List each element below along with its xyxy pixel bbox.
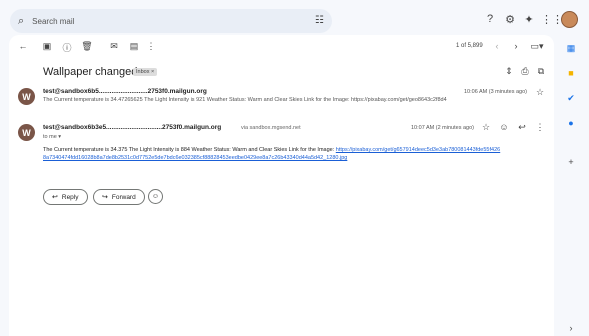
message-time: 10:07 AM (2 minutes ago) (411, 125, 474, 131)
reading-pane (9, 35, 554, 336)
message-time: 10:06 AM (3 minutes ago) (464, 89, 527, 95)
add-addon-icon[interactable]: + (564, 157, 578, 167)
search-bar[interactable]: ⌕ Search mail ☷ (10, 9, 332, 33)
via-domain: via sandbox.mgsend.net (241, 125, 301, 131)
account-avatar[interactable] (561, 11, 578, 28)
forward-icon: ↪ (102, 194, 108, 201)
tune-icon[interactable]: ☷ (315, 15, 324, 26)
archive-icon[interactable]: ▣ (41, 41, 53, 52)
pager-text: 1 of 5,899 (456, 43, 483, 49)
older-chevron-icon[interactable]: › (510, 41, 522, 51)
forward-button[interactable]: ↪ Forward (93, 189, 145, 205)
newer-chevron-icon[interactable]: ‹ (491, 41, 503, 51)
report-spam-icon[interactable]: ⓘ (61, 41, 73, 54)
sender-address[interactable]: test@sandbox6b3e5.......................… (43, 124, 221, 131)
back-arrow-icon[interactable]: ← (17, 41, 29, 51)
emoji-reaction-button[interactable]: ☺ (148, 189, 163, 204)
email-subject: Wallpaper changed (43, 66, 138, 78)
move-to-icon[interactable]: ▤ (128, 41, 140, 52)
tasks-icon[interactable]: ✔ (564, 93, 578, 104)
reply-button[interactable]: ↩ Reply (43, 189, 88, 205)
contacts-icon[interactable]: ● (564, 118, 578, 128)
more-vert-icon[interactable]: ⋮ (534, 122, 546, 133)
input-tools-icon[interactable]: ▭▾ (528, 41, 546, 52)
open-new-window-icon[interactable]: ⧉ (535, 66, 547, 77)
sender-address[interactable]: test@sandbox6b5.........................… (43, 88, 207, 95)
sparkle-icon[interactable]: ✦ (522, 13, 536, 26)
sender-avatar: W (18, 88, 35, 105)
search-icon[interactable]: ⌕ (18, 15, 24, 28)
sender-avatar: W (18, 124, 35, 141)
message-body: The Current temperature is 34.375 The Li… (43, 146, 513, 162)
apps-grid-icon[interactable]: ⋮⋮ (541, 13, 563, 26)
expand-icon[interactable]: ⇕ (503, 66, 515, 77)
reply-icon[interactable]: ↩ (516, 122, 528, 133)
recipient-details[interactable]: to me ▾ (43, 134, 61, 140)
inbox-label-chip[interactable]: Inbox × (133, 68, 158, 76)
help-icon[interactable]: ? (483, 13, 497, 25)
mark-unread-icon[interactable]: ✉ (108, 41, 120, 52)
delete-icon[interactable]: 🗑 (81, 41, 93, 52)
print-icon[interactable]: ⎙ (519, 66, 531, 77)
search-input[interactable]: Search mail (32, 17, 74, 26)
more-vert-icon[interactable]: ⋮ (145, 41, 157, 52)
side-panel-toggle-icon[interactable]: › (564, 323, 578, 333)
emoji-react-icon[interactable]: ☺ (498, 122, 510, 132)
reply-label: Reply (61, 193, 79, 201)
body-text: The Current temperature is 34.375 The Li… (43, 147, 336, 153)
calendar-icon[interactable]: ▦ (564, 43, 578, 54)
forward-label: Forward (111, 193, 136, 201)
reply-icon: ↩ (52, 194, 58, 201)
keep-icon[interactable]: ■ (564, 68, 578, 78)
settings-icon[interactable]: ⚙ (503, 13, 517, 26)
star-icon[interactable]: ☆ (534, 87, 546, 98)
message-snippet[interactable]: The Current temperature is 34.47265625 T… (43, 97, 447, 103)
star-icon[interactable]: ☆ (480, 122, 492, 133)
